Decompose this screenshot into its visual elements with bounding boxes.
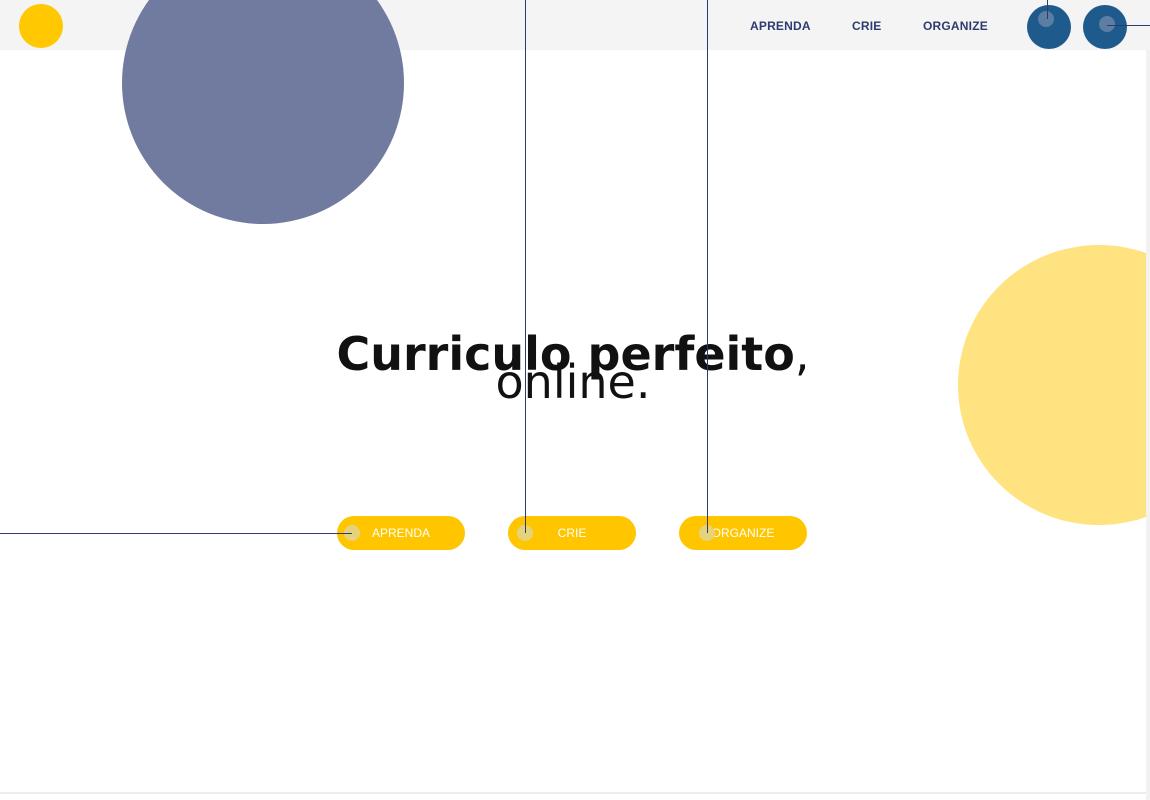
dot-icon [1099, 16, 1115, 32]
connector-line-right [1107, 25, 1150, 26]
crie-button[interactable]: CRIE [508, 516, 636, 550]
connector-line-crie [525, 0, 526, 533]
nav-organize[interactable]: ORGANIZE [923, 19, 988, 33]
aprenda-button[interactable]: APRENDA [337, 516, 465, 550]
header-circle-button-1[interactable] [1027, 5, 1071, 49]
nav-aprenda[interactable]: APRENDA [750, 19, 811, 33]
header-circle-button-2[interactable] [1083, 5, 1127, 49]
page: APRENDA CRIE ORGANIZE Curriculo perfeito… [0, 0, 1150, 800]
organize-button[interactable]: ORGANIZE [679, 516, 807, 550]
logo[interactable] [19, 4, 63, 48]
dot-icon [1038, 11, 1054, 27]
connector-line-organize [707, 0, 708, 533]
bottom-divider [0, 792, 1146, 794]
scrollbar-track[interactable] [1146, 50, 1150, 800]
hero-subtitle: online. [495, 355, 651, 409]
decorative-blue-circle [122, 0, 404, 224]
nav-crie[interactable]: CRIE [852, 19, 881, 33]
connector-line-header [1047, 0, 1048, 19]
connector-line-aprenda [0, 533, 352, 534]
